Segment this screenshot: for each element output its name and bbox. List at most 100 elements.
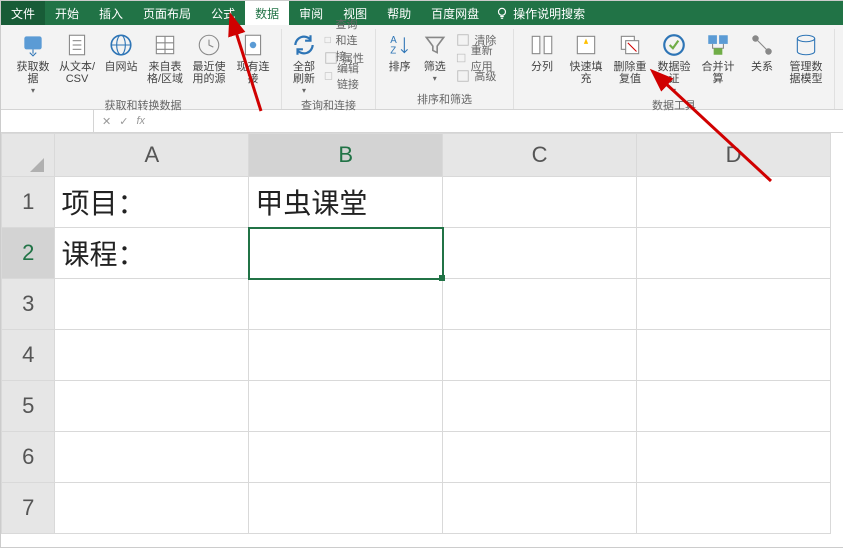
from-web-icon	[107, 31, 135, 59]
ribbon-group-label: 获取和转换数据	[105, 97, 182, 113]
svg-text:A: A	[390, 35, 397, 46]
ribbon-from-csv[interactable]: 从文本/CSV	[55, 29, 99, 85]
row-header-7[interactable]: 7	[2, 483, 55, 534]
ribbon-stack-item[interactable]: 编辑链接	[320, 67, 369, 85]
dropdown-icon: ▾	[672, 86, 676, 95]
ribbon-label: 删除重复值	[610, 61, 650, 85]
ribbon-stack-item[interactable]: 重新应用	[452, 49, 507, 67]
menu-tab-开始[interactable]: 开始	[45, 1, 89, 25]
cell-D1[interactable]	[637, 177, 831, 228]
cell-A6[interactable]	[55, 432, 249, 483]
ribbon-from-web[interactable]: 自网站	[99, 29, 143, 73]
cell-A2[interactable]: 课程：	[55, 228, 249, 279]
ribbon-data-validation[interactable]: 数据验证▾	[652, 29, 696, 95]
row-header-5[interactable]: 5	[2, 381, 55, 432]
ribbon-label: 合并计算	[698, 61, 738, 85]
ribbon-relations[interactable]: 关系	[740, 29, 784, 73]
ribbon-stack-item[interactable]: 查询和连接	[320, 31, 369, 49]
ribbon-label: 全部刷新	[290, 61, 318, 85]
flash-fill-icon	[572, 31, 600, 59]
cell-D5[interactable]	[637, 381, 831, 432]
menu-tab-页面布局[interactable]: 页面布局	[133, 1, 201, 25]
ribbon-recent[interactable]: 最近使用的源	[187, 29, 231, 85]
cell-C5[interactable]	[443, 381, 637, 432]
select-all-corner[interactable]	[2, 134, 55, 177]
ribbon-remove-dup[interactable]: 删除重复值	[608, 29, 652, 85]
ribbon-from-table[interactable]: 来自表格/区域	[143, 29, 187, 85]
filter-icon	[421, 31, 449, 59]
cell-B7[interactable]	[249, 483, 443, 534]
ribbon-text-to-cols[interactable]: 分列	[520, 29, 564, 73]
from-table-icon	[151, 31, 179, 59]
ribbon-get-data[interactable]: 获取数据▾	[11, 29, 55, 95]
menu-tab-审阅[interactable]: 审阅	[289, 1, 333, 25]
cell-B4[interactable]	[249, 330, 443, 381]
row-header-4[interactable]: 4	[2, 330, 55, 381]
row-header-2[interactable]: 2	[2, 228, 55, 279]
tell-me[interactable]: 操作说明搜索	[495, 5, 585, 22]
ribbon-label: 关系	[751, 61, 773, 73]
ribbon-flash-fill[interactable]: 快速填充	[564, 29, 608, 85]
ribbon-stack-item[interactable]: 高级	[452, 67, 507, 85]
cell-C3[interactable]	[443, 279, 637, 330]
ribbon-label: 分列	[531, 61, 553, 73]
cell-C6[interactable]	[443, 432, 637, 483]
cell-A4[interactable]	[55, 330, 249, 381]
cancel-icon: ✕	[102, 115, 111, 128]
col-header-B[interactable]: B	[249, 134, 443, 177]
ribbon-label: 数据验证	[654, 61, 694, 85]
col-header-D[interactable]: D	[637, 134, 831, 177]
from-csv-icon	[63, 31, 91, 59]
ribbon-refresh-all[interactable]: 全部刷新▾	[288, 29, 320, 95]
dropdown-icon: ▾	[31, 86, 35, 95]
ribbon-group-label: 查询和连接	[301, 97, 356, 113]
cell-A5[interactable]	[55, 381, 249, 432]
row-header-3[interactable]: 3	[2, 279, 55, 330]
cell-B1[interactable]: 甲虫课堂	[249, 177, 443, 228]
ribbon-group-label: 排序和筛选	[417, 91, 472, 107]
col-header-A[interactable]: A	[55, 134, 249, 177]
cell-B3[interactable]	[249, 279, 443, 330]
cell-A7[interactable]	[55, 483, 249, 534]
ribbon-sort[interactable]: AZ排序	[382, 29, 417, 73]
ribbon-data-model[interactable]: 管理数据模型	[784, 29, 828, 85]
name-box[interactable]	[1, 110, 94, 132]
menu-tab-插入[interactable]: 插入	[89, 1, 133, 25]
menu-file[interactable]: 文件	[1, 1, 45, 25]
refresh-all-icon	[290, 31, 318, 59]
ribbon-label: 从文本/CSV	[57, 61, 97, 85]
col-header-C[interactable]: C	[443, 134, 637, 177]
cell-A3[interactable]	[55, 279, 249, 330]
cell-B6[interactable]	[249, 432, 443, 483]
cell-A1[interactable]: 项目：	[55, 177, 249, 228]
cell-B2[interactable]	[249, 228, 443, 279]
sort-icon: AZ	[386, 31, 414, 59]
row-header-6[interactable]: 6	[2, 432, 55, 483]
menu-tab-公式[interactable]: 公式	[201, 1, 245, 25]
data-validation-icon	[660, 31, 688, 59]
fx-icon[interactable]: fx	[136, 115, 145, 127]
cell-C2[interactable]	[443, 228, 637, 279]
cell-C4[interactable]	[443, 330, 637, 381]
menu-tab-帮助[interactable]: 帮助	[377, 1, 421, 25]
ribbon-filter[interactable]: 筛选▾	[417, 29, 452, 83]
cell-D3[interactable]	[637, 279, 831, 330]
dropdown-icon: ▾	[302, 86, 306, 95]
ribbon-label: 现有连接	[233, 61, 273, 85]
cell-D4[interactable]	[637, 330, 831, 381]
ribbon-label: 获取数据	[13, 61, 53, 85]
cell-D7[interactable]	[637, 483, 831, 534]
cell-D6[interactable]	[637, 432, 831, 483]
dropdown-icon: ▾	[433, 74, 437, 83]
ribbon-label: 自网站	[105, 61, 138, 73]
ribbon-consolidate[interactable]: 合并计算	[696, 29, 740, 85]
cell-C7[interactable]	[443, 483, 637, 534]
ribbon-existing[interactable]: 现有连接	[231, 29, 275, 85]
cell-C1[interactable]	[443, 177, 637, 228]
row-header-1[interactable]: 1	[2, 177, 55, 228]
menu-tab-数据[interactable]: 数据	[245, 1, 289, 25]
cell-D2[interactable]	[637, 228, 831, 279]
cell-B5[interactable]	[249, 381, 443, 432]
text-to-cols-icon	[528, 31, 556, 59]
menu-tab-百度网盘[interactable]: 百度网盘	[421, 1, 489, 25]
